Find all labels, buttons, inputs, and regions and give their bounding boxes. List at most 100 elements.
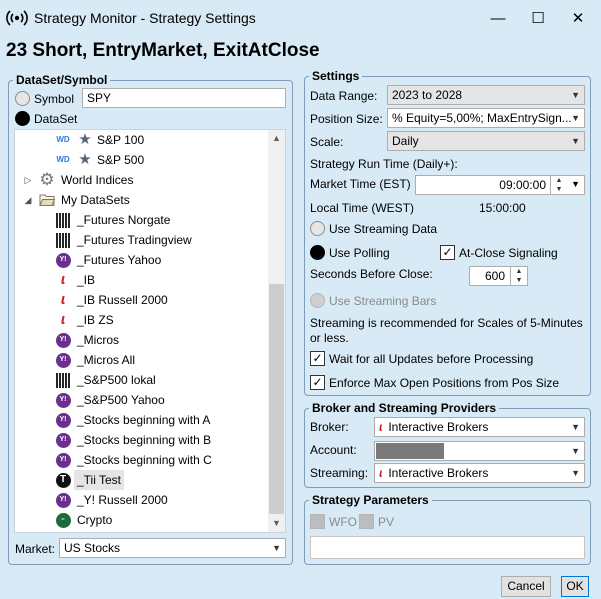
position-size-select[interactable]: % Equity=5,00%; MaxEntrySign... ▼ (387, 108, 585, 128)
tree-item-label: _S&P500 Yahoo (77, 393, 165, 407)
yahoo-icon: Y! (55, 432, 71, 448)
chevron-down-icon: ▼ (571, 422, 580, 432)
tree-item[interactable]: Y! _Stocks beginning with B (55, 430, 211, 450)
strategy-heading: 23 Short, EntryMarket, ExitAtClose (6, 40, 320, 61)
tree-scrollbar[interactable]: ▲ ▼ (268, 130, 285, 532)
tree-item[interactable]: _Futures Norgate (55, 210, 170, 230)
params-area[interactable] (310, 536, 585, 559)
tree-item-label: S&P 100 (97, 133, 145, 147)
tree-item[interactable]: ◢ My DataSets (23, 190, 130, 210)
tree-item[interactable]: WD ★ S&P 500 (55, 150, 144, 170)
spin-down-icon[interactable]: ▼ (551, 185, 567, 194)
wfo-checkbox[interactable] (310, 514, 325, 529)
star-icon: ★ (78, 131, 92, 148)
data-range-select[interactable]: 2023 to 2028 ▼ (387, 85, 585, 105)
data-range-value: 2023 to 2028 (392, 88, 463, 102)
minimize-button[interactable]: — (478, 4, 518, 32)
yahoo-icon: Y! (55, 352, 71, 368)
tree-item[interactable]: Y! _Micros (55, 330, 119, 350)
tree-item[interactable]: ▷ ⚙ World Indices (23, 170, 134, 190)
scroll-up-icon[interactable]: ▲ (268, 130, 285, 147)
pv-checkbox[interactable] (359, 514, 374, 529)
at-close-checkbox[interactable]: ✓ (440, 245, 455, 260)
tree-item[interactable]: Y! _S&P500 Yahoo (55, 390, 165, 410)
symbol-radio[interactable] (15, 91, 30, 106)
symbol-input[interactable]: SPY (82, 88, 286, 108)
scale-select[interactable]: Daily ▼ (387, 131, 585, 151)
tree-item[interactable]: Y! _Micros All (55, 350, 135, 370)
spin-up-icon[interactable]: ▲ (551, 176, 567, 185)
maximize-button[interactable]: ☐ (518, 4, 558, 32)
time-spinner[interactable]: ▲ ▼ (550, 176, 567, 194)
at-close-label: At-Close Signaling (459, 246, 558, 260)
norgate-icon (55, 372, 71, 388)
expanded-caret-icon[interactable]: ◢ (23, 190, 33, 210)
enforce-max-label: Enforce Max Open Positions from Pos Size (329, 376, 560, 390)
enforce-max-checkbox[interactable]: ✓ (310, 375, 325, 390)
spin-down-icon[interactable]: ▼ (511, 276, 527, 285)
tree-item[interactable]: ≈ Crypto (55, 510, 112, 530)
seconds-before-close-value: 600 (484, 269, 505, 283)
chevron-down-icon: ▼ (571, 446, 580, 456)
market-time-label: Market Time (EST) (310, 177, 411, 191)
tree-item[interactable]: Y! _Stocks beginning with C (55, 450, 212, 470)
dataset-symbol-title: DataSet/Symbol (13, 73, 111, 87)
tree-item[interactable]: ɩ _IB ZS (55, 310, 114, 330)
dataset-tree[interactable]: WD ★ S&P 100 WD ★ S&P 500 ▷ ⚙ World Indices ◢ My D… (14, 129, 286, 533)
tree-item[interactable]: Y! _Y! Russell 2000 (55, 490, 168, 510)
tree-item[interactable]: ɩ _IB (55, 270, 95, 290)
tree-item-label: Crypto (77, 513, 113, 527)
cancel-button[interactable]: Cancel (501, 576, 551, 597)
seconds-spinner[interactable]: ▲ ▼ (510, 267, 527, 285)
account-select[interactable]: ▼ (374, 441, 585, 461)
broker-label: Broker: (310, 420, 349, 434)
tree-item[interactable]: _S&P500 lokal (55, 370, 156, 390)
tree-item-label: _IB (77, 273, 96, 287)
tree-item[interactable]: WD ★ S&P 100 (55, 130, 144, 150)
streaming-bars-radio[interactable] (310, 293, 325, 308)
tree-item-label: My DataSets (61, 193, 130, 207)
streaming-data-radio[interactable] (310, 221, 325, 236)
account-label: Account: (310, 443, 357, 457)
ib-icon: ɩ (379, 420, 383, 434)
norgate-icon (55, 232, 71, 248)
tree-item[interactable]: ɩ _IB Russell 2000 (55, 290, 168, 310)
title-bar: Strategy Monitor - Strategy Settings — ☐… (0, 0, 601, 36)
spin-up-icon[interactable]: ▲ (511, 267, 527, 276)
scroll-thumb[interactable] (269, 284, 284, 514)
broker-select[interactable]: ɩ Interactive Brokers ▼ (374, 417, 585, 437)
seconds-before-close-stepper[interactable]: 600 ▲ ▼ (469, 266, 528, 286)
broadcast-icon (6, 10, 28, 26)
tree-item[interactable]: Y! _Stocks beginning with A (55, 410, 210, 430)
gear-icon: ⚙ (39, 170, 55, 189)
wait-updates-label: Wait for all Updates before Processing (329, 352, 534, 366)
tree-item-label: _IB Russell 2000 (77, 293, 168, 307)
tree-item-label: _IB ZS (77, 313, 114, 327)
market-time-picker[interactable]: 09:00:00 ▲ ▼ ▼ (415, 175, 585, 195)
polling-radio[interactable] (310, 245, 325, 260)
dataset-radio[interactable] (15, 111, 30, 126)
tree-item[interactable]: T _Tii Test (55, 470, 125, 490)
account-redacted (376, 443, 444, 459)
tree-item[interactable]: Y! _Futures Yahoo (55, 250, 161, 270)
market-select[interactable]: US Stocks ▼ (59, 538, 286, 558)
close-button[interactable]: ✕ (558, 4, 598, 32)
streaming-data-label: Use Streaming Data (329, 222, 438, 236)
collapsed-caret-icon[interactable]: ▷ (23, 170, 33, 190)
window-title: Strategy Monitor - Strategy Settings (34, 10, 256, 26)
tree-item[interactable]: _Futures Tradingview (55, 230, 192, 250)
norgate-icon (55, 212, 71, 228)
folder-icon (39, 192, 55, 208)
streaming-bars-label: Use Streaming Bars (329, 294, 437, 308)
wd-star-icon: WD (56, 135, 70, 144)
chevron-down-icon: ▼ (571, 136, 580, 146)
tree-item-label: _Micros (77, 333, 120, 347)
wfo-label: WFO (329, 515, 357, 529)
position-size-label: Position Size: (310, 112, 383, 126)
streaming-select[interactable]: ɩ Interactive Brokers ▼ (374, 463, 585, 483)
scroll-down-icon[interactable]: ▼ (268, 515, 285, 532)
ok-button[interactable]: OK (561, 576, 589, 597)
params-title: Strategy Parameters (309, 493, 432, 507)
wait-updates-checkbox[interactable]: ✓ (310, 351, 325, 366)
chevron-down-icon[interactable]: ▼ (571, 179, 580, 189)
